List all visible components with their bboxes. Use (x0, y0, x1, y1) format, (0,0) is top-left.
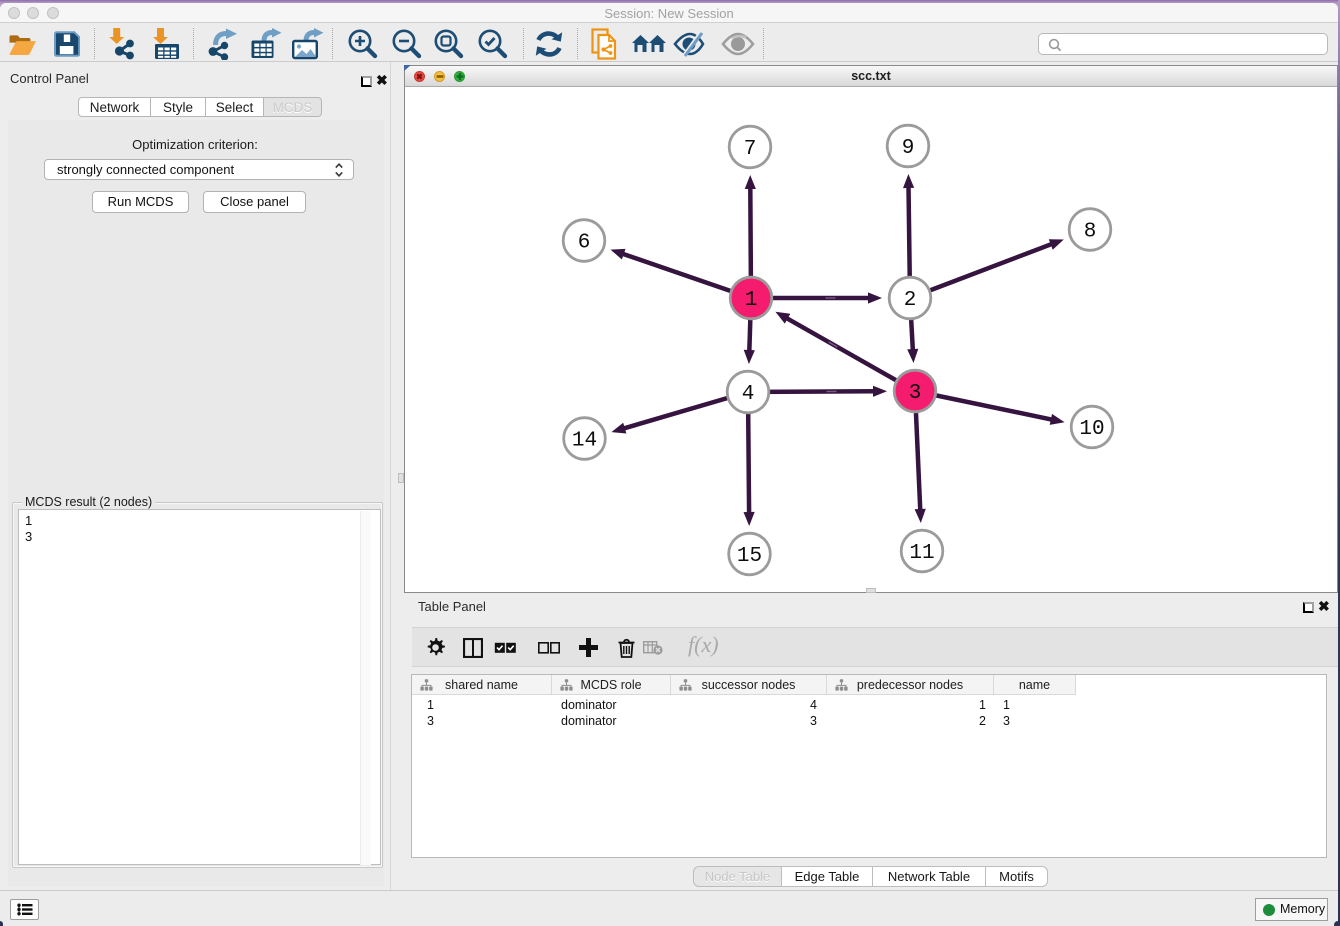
svg-text:14: 14 (572, 430, 597, 453)
svg-text:10: 10 (1079, 418, 1104, 441)
svg-text:6: 6 (578, 232, 591, 255)
svg-text:7: 7 (744, 138, 757, 161)
svg-text:1: 1 (745, 289, 758, 312)
svg-text:15: 15 (737, 545, 762, 568)
svg-text:3: 3 (909, 382, 922, 405)
svg-text:4: 4 (742, 383, 755, 406)
svg-text:8: 8 (1084, 221, 1097, 244)
svg-text:11: 11 (909, 542, 934, 565)
svg-text:2: 2 (904, 289, 917, 312)
svg-text:9: 9 (902, 137, 915, 160)
